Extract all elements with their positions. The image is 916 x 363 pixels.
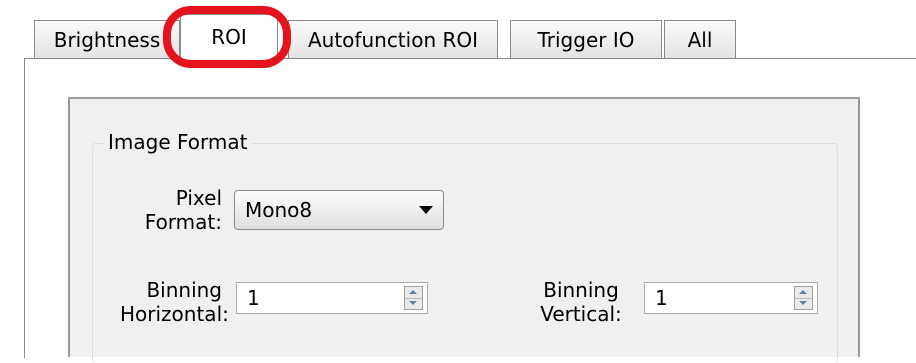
pixel-format-label-line1: Pixel	[175, 186, 222, 210]
binning-horizontal-label-line2: Horizontal:	[120, 302, 229, 326]
pixel-format-label-line2: Format:	[144, 210, 222, 234]
pixel-format-dropdown[interactable]: Mono8	[234, 190, 444, 230]
binning-horizontal-spinbox[interactable]	[236, 282, 428, 314]
binning-horizontal-input[interactable]	[237, 283, 397, 313]
tab-brightness[interactable]: Brightness	[34, 20, 180, 58]
tab-label: Trigger IO	[537, 28, 635, 52]
binning-vertical-label-line1: Binning	[543, 278, 619, 302]
spin-down-icon[interactable]	[405, 298, 422, 309]
binning-vertical-spinbox[interactable]	[644, 282, 818, 314]
tab-label: Brightness	[53, 28, 161, 52]
spin-down-icon[interactable]	[795, 298, 812, 309]
tab-all[interactable]: All	[664, 20, 736, 58]
tab-autofunction-roi[interactable]: Autofunction ROI	[288, 20, 498, 58]
binning-horizontal-spin-buttons	[404, 286, 423, 310]
image-format-group-title: Image Format	[104, 128, 252, 156]
tab-roi[interactable]: ROI	[180, 14, 278, 61]
binning-vertical-spin-buttons	[794, 286, 813, 310]
tab-label: Autofunction ROI	[307, 28, 479, 52]
binning-horizontal-label: Binning Horizontal:	[120, 278, 229, 326]
image-format-groupbox	[92, 143, 838, 363]
pixel-format-label: Pixel Format:	[120, 186, 222, 234]
binning-vertical-label-line2: Vertical:	[540, 302, 622, 326]
tab-label: ROI	[211, 25, 247, 49]
binning-vertical-input[interactable]	[645, 283, 787, 313]
pixel-format-value: Mono8	[245, 198, 313, 222]
binning-horizontal-label-line1: Binning	[146, 278, 222, 302]
tab-label: All	[687, 28, 713, 52]
binning-vertical-label: Binning Vertical:	[530, 278, 632, 326]
tab-trigger-io[interactable]: Trigger IO	[510, 20, 662, 58]
tab-strip: Brightness ROI Autofunction ROI Trigger …	[0, 0, 916, 61]
dropdown-arrow-icon	[419, 206, 433, 214]
